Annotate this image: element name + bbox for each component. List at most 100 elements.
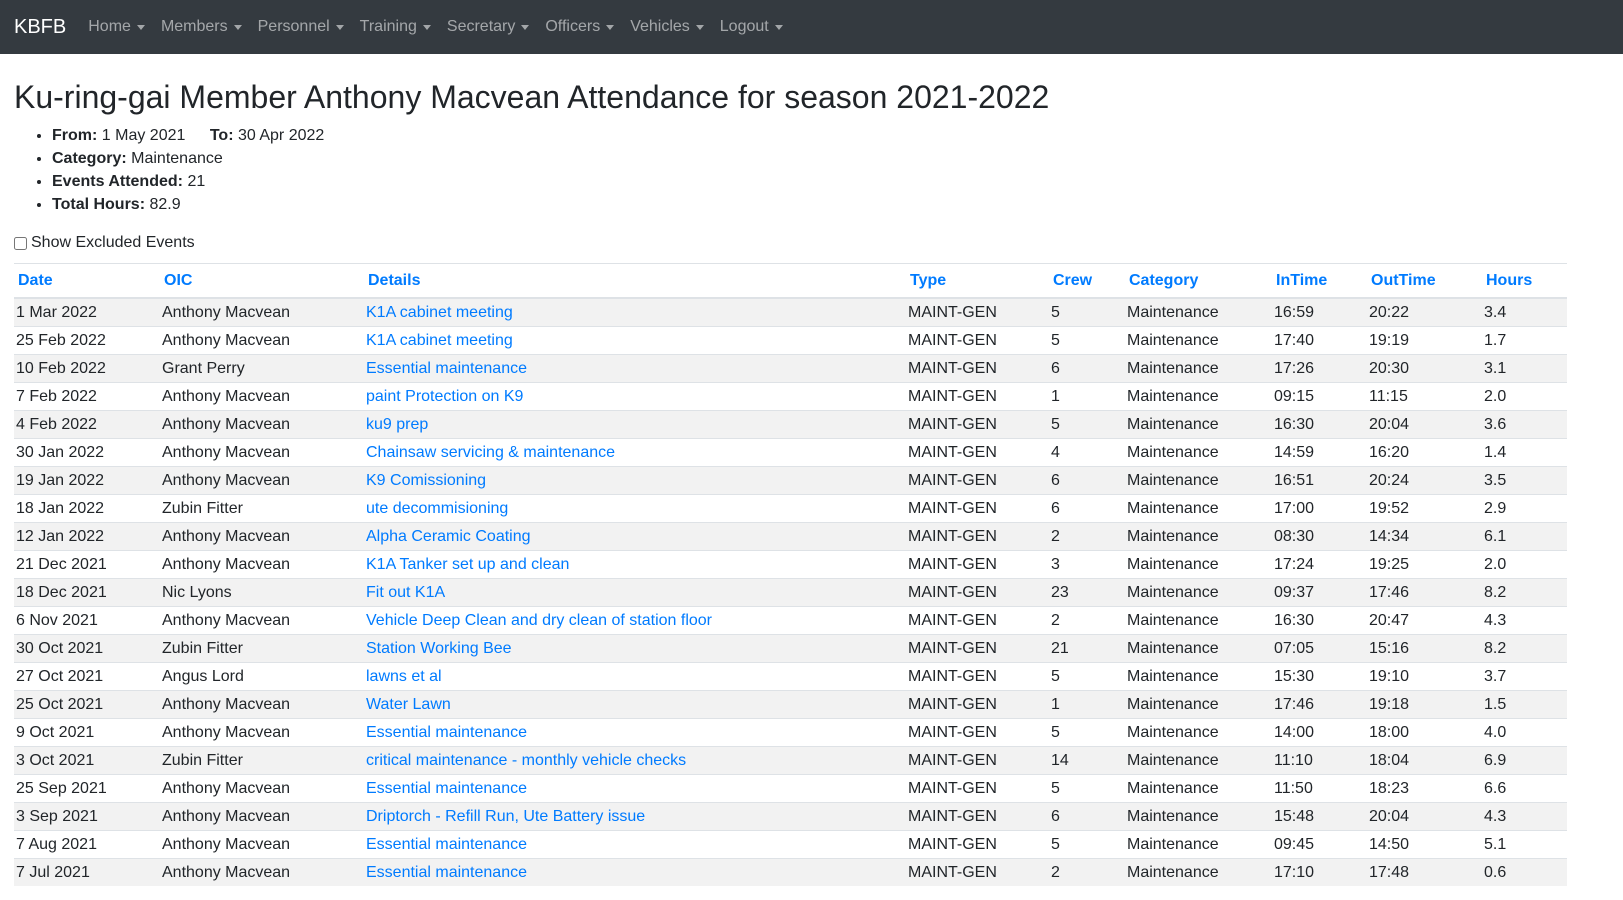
cell-outtime: 17:46 bbox=[1367, 578, 1482, 607]
nav-logout[interactable]: Logout bbox=[712, 18, 791, 36]
show-excluded-label[interactable]: Show Excluded Events bbox=[31, 234, 195, 252]
cell-crew: 2 bbox=[1049, 606, 1125, 635]
table-header-row: Date OIC Details Type Crew Category InTime OutT… bbox=[14, 263, 1567, 299]
column-header-oic[interactable]: OIC bbox=[160, 263, 364, 299]
cell-category: Maintenance bbox=[1125, 858, 1272, 886]
event-details-link[interactable]: K1A Tanker set up and clean bbox=[366, 556, 569, 573]
cell-details: K1A cabinet meeting bbox=[364, 297, 906, 327]
cell-oic: Anthony Macvean bbox=[160, 438, 364, 467]
column-header-details[interactable]: Details bbox=[364, 263, 906, 299]
event-details-link[interactable]: Essential maintenance bbox=[366, 360, 527, 377]
cell-oic: Anthony Macvean bbox=[160, 718, 364, 747]
cell-crew: 6 bbox=[1049, 354, 1125, 383]
column-header-outtime[interactable]: OutTime bbox=[1367, 263, 1482, 299]
nav-secretary[interactable]: Secretary bbox=[439, 18, 537, 36]
cell-oic: Anthony Macvean bbox=[160, 690, 364, 719]
event-details-link[interactable]: Essential maintenance bbox=[366, 836, 527, 853]
event-details-link[interactable]: lawns et al bbox=[366, 668, 442, 685]
cell-hours: 1.4 bbox=[1482, 438, 1567, 467]
cell-details: Driptorch - Refill Run, Ute Battery issu… bbox=[364, 802, 906, 831]
event-details-link[interactable]: Driptorch - Refill Run, Ute Battery issu… bbox=[366, 808, 645, 825]
cell-category: Maintenance bbox=[1125, 410, 1272, 439]
event-details-link[interactable]: Station Working Bee bbox=[366, 640, 512, 657]
hours-value: 82.9 bbox=[149, 196, 181, 213]
column-header-intime[interactable]: InTime bbox=[1272, 263, 1367, 299]
cell-crew: 6 bbox=[1049, 494, 1125, 523]
cell-date: 18 Dec 2021 bbox=[14, 578, 160, 607]
table-row: 7 Aug 2021 Anthony Macvean Essential maint… bbox=[14, 830, 1567, 859]
cell-type: MAINT-GEN bbox=[906, 494, 1049, 523]
cell-crew: 23 bbox=[1049, 578, 1125, 607]
cell-details: ute decommisioning bbox=[364, 494, 906, 523]
cell-details: paint Protection on K9 bbox=[364, 382, 906, 411]
event-details-link[interactable]: K1A cabinet meeting bbox=[366, 332, 513, 349]
cell-intime: 17:40 bbox=[1272, 326, 1367, 355]
cell-details: Fit out K1A bbox=[364, 578, 906, 607]
cell-outtime: 11:15 bbox=[1367, 382, 1482, 411]
event-details-link[interactable]: ute decommisioning bbox=[366, 500, 508, 517]
cell-outtime: 18:00 bbox=[1367, 718, 1482, 747]
cell-intime: 09:45 bbox=[1272, 830, 1367, 859]
column-header-type[interactable]: Type bbox=[906, 263, 1049, 299]
event-details-link[interactable]: paint Protection on K9 bbox=[366, 388, 523, 405]
event-details-link[interactable]: Alpha Ceramic Coating bbox=[366, 528, 531, 545]
attendance-table: Date OIC Details Type Crew Category InTime OutT… bbox=[14, 263, 1567, 886]
cell-oic: Angus Lord bbox=[160, 662, 364, 691]
table-row: 1 Mar 2022 Anthony Macvean K1A cabinet mee… bbox=[14, 297, 1567, 327]
nav-members[interactable]: Members bbox=[153, 18, 250, 36]
show-excluded-checkbox[interactable] bbox=[14, 236, 27, 250]
nav-item-label: Training bbox=[359, 18, 417, 35]
nav-vehicles[interactable]: Vehicles bbox=[622, 18, 712, 36]
cell-type: MAINT-GEN bbox=[906, 746, 1049, 775]
table-row: 25 Feb 2022 Anthony Macvean K1A cabinet me… bbox=[14, 326, 1567, 355]
cell-category: Maintenance bbox=[1125, 802, 1272, 831]
event-details-link[interactable]: Vehicle Deep Clean and dry clean of stat… bbox=[366, 612, 712, 629]
cell-details: Essential maintenance bbox=[364, 354, 906, 383]
category-value: Maintenance bbox=[131, 150, 223, 167]
cell-category: Maintenance bbox=[1125, 494, 1272, 523]
event-details-link[interactable]: ku9 prep bbox=[366, 416, 428, 433]
column-header-date[interactable]: Date bbox=[14, 263, 160, 299]
cell-hours: 6.6 bbox=[1482, 774, 1567, 803]
event-details-link[interactable]: critical maintenance - monthly vehicle c… bbox=[366, 752, 686, 769]
nav-item-label: Officers bbox=[545, 18, 601, 35]
cell-hours: 3.1 bbox=[1482, 354, 1567, 383]
cell-oic: Anthony Macvean bbox=[160, 297, 364, 327]
column-header-hours[interactable]: Hours bbox=[1482, 263, 1567, 299]
event-details-link[interactable]: Fit out K1A bbox=[366, 584, 445, 601]
cell-category: Maintenance bbox=[1125, 606, 1272, 635]
cell-category: Maintenance bbox=[1125, 522, 1272, 551]
cell-outtime: 14:34 bbox=[1367, 522, 1482, 551]
category-label: Category: bbox=[52, 150, 127, 167]
cell-hours: 4.3 bbox=[1482, 606, 1567, 635]
nav-personnel[interactable]: Personnel bbox=[250, 18, 352, 36]
event-details-link[interactable]: Essential maintenance bbox=[366, 864, 527, 881]
nav-menu: Home Members Personnel Training Secretary Off… bbox=[80, 18, 790, 36]
event-details-link[interactable]: K9 Comissioning bbox=[366, 472, 486, 489]
cell-oic: Nic Lyons bbox=[160, 578, 364, 607]
cell-oic: Anthony Macvean bbox=[160, 550, 364, 579]
cell-date: 6 Nov 2021 bbox=[14, 606, 160, 635]
cell-oic: Zubin Fitter bbox=[160, 494, 364, 523]
cell-crew: 3 bbox=[1049, 550, 1125, 579]
cell-category: Maintenance bbox=[1125, 326, 1272, 355]
event-details-link[interactable]: Essential maintenance bbox=[366, 780, 527, 797]
cell-type: MAINT-GEN bbox=[906, 858, 1049, 886]
nav-home[interactable]: Home bbox=[80, 18, 153, 36]
caret-down-icon bbox=[774, 24, 783, 30]
event-details-link[interactable]: Essential maintenance bbox=[366, 724, 527, 741]
cell-hours: 0.6 bbox=[1482, 858, 1567, 886]
summary-dates: From: 1 May 2021 To: 30 Apr 2022 bbox=[52, 124, 1609, 147]
cell-outtime: 20:30 bbox=[1367, 354, 1482, 383]
nav-officers[interactable]: Officers bbox=[537, 18, 622, 36]
event-details-link[interactable]: Chainsaw servicing & maintenance bbox=[366, 444, 615, 461]
cell-intime: 16:51 bbox=[1272, 466, 1367, 495]
event-details-link[interactable]: K1A cabinet meeting bbox=[366, 304, 513, 321]
cell-outtime: 20:47 bbox=[1367, 606, 1482, 635]
column-header-category[interactable]: Category bbox=[1125, 263, 1272, 299]
event-details-link[interactable]: Water Lawn bbox=[366, 696, 451, 713]
brand-link[interactable]: KBFB bbox=[14, 16, 66, 39]
column-header-crew[interactable]: Crew bbox=[1049, 263, 1125, 299]
table-row: 4 Feb 2022 Anthony Macvean ku9 prep MAINT-G… bbox=[14, 410, 1567, 439]
nav-training[interactable]: Training bbox=[352, 18, 439, 36]
